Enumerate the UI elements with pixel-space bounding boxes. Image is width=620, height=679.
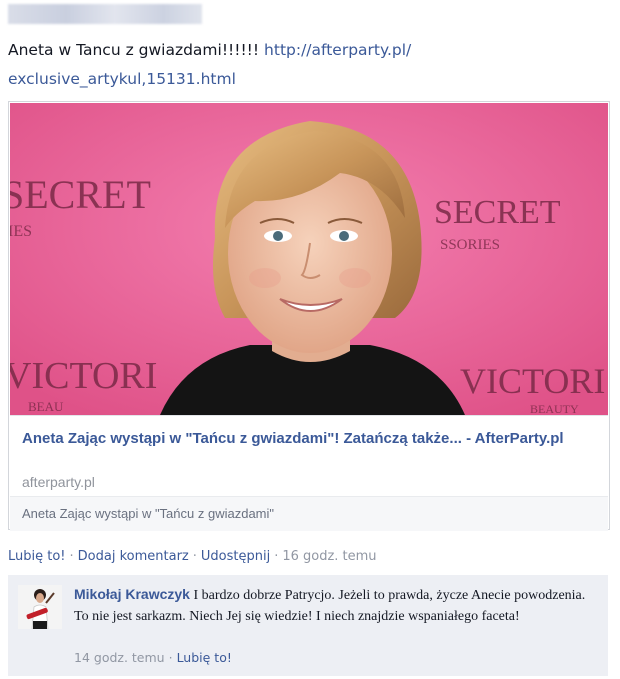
backdrop-text-right: SECRET — [434, 194, 561, 231]
action-separator: · — [274, 549, 279, 564]
avatar[interactable] — [18, 585, 62, 629]
comment: Mikołaj Krawczyk I bardzo dobrze Patrycj… — [8, 575, 608, 676]
post-timestamp[interactable]: 16 godz. temu — [282, 549, 376, 564]
comment-timestamp[interactable]: 14 godz. temu — [74, 650, 165, 665]
blurred-poster-name — [8, 4, 202, 24]
backdrop-text-bottom-right: VICTORI — [460, 361, 605, 401]
woman-portrait-photo: SECRET IES SECRET SSORIES VICTORI BEAU V… — [10, 103, 608, 415]
link-preview-card[interactable]: SECRET IES SECRET SSORIES VICTORI BEAU V… — [8, 101, 610, 531]
backdrop-text-bottom-left: VICTORI — [10, 355, 157, 397]
comment-meta: 14 godz. temu · Lubię to! — [74, 650, 232, 665]
post-link-part-2[interactable]: exclusive_artykul,15131.html — [8, 70, 236, 88]
link-preview-description-bar: Aneta Zając wystąpi w "Tańcu z gwiazdami… — [10, 496, 608, 531]
link-preview-description: Aneta Zając wystąpi w "Tańcu z gwiazdami… — [22, 506, 275, 521]
post-actions: Lubię to! · Dodaj komentarz · Udostępnij · 16 … — [8, 549, 377, 564]
like-link[interactable]: Lubię to! — [8, 549, 66, 564]
post-link-part-1[interactable]: http://afterparty.pl/ — [264, 41, 411, 59]
backdrop-text-left: SECRET — [10, 172, 151, 217]
comment-body: Mikołaj Krawczyk I bardzo dobrze Patrycj… — [74, 584, 602, 627]
backdrop-subtext-bottom-left: BEAU — [28, 399, 64, 414]
comment-separator: · — [168, 650, 173, 665]
post-text: Aneta w Tancu z gwiazdami!!!!!! — [8, 41, 265, 59]
link-preview-title[interactable]: Aneta Zając wystąpi w "Tańcu z gwiazdami… — [22, 428, 582, 450]
action-separator: · — [69, 549, 74, 564]
link-preview-image[interactable]: SECRET IES SECRET SSORIES VICTORI BEAU V… — [10, 103, 608, 415]
link-preview-meta[interactable]: Aneta Zając wystąpi w "Tańcu z gwiazdami… — [10, 415, 608, 531]
backdrop-subtext-bottom-right: BEAUTY — [530, 402, 579, 415]
link-preview-domain: afterparty.pl — [22, 474, 95, 490]
post-message: Aneta w Tancu z gwiazdami!!!!!! http://a… — [8, 36, 608, 94]
add-comment-link[interactable]: Dodaj komentarz — [78, 549, 189, 564]
comment-like-link[interactable]: Lubię to! — [177, 650, 232, 665]
commenter-avatar-image — [18, 585, 62, 629]
action-separator: · — [192, 549, 197, 564]
backdrop-subtext-left: IES — [10, 223, 32, 240]
share-link[interactable]: Udostępnij — [201, 549, 270, 564]
backdrop-subtext-right: SSORIES — [440, 237, 500, 253]
comment-author[interactable]: Mikołaj Krawczyk — [74, 586, 190, 602]
